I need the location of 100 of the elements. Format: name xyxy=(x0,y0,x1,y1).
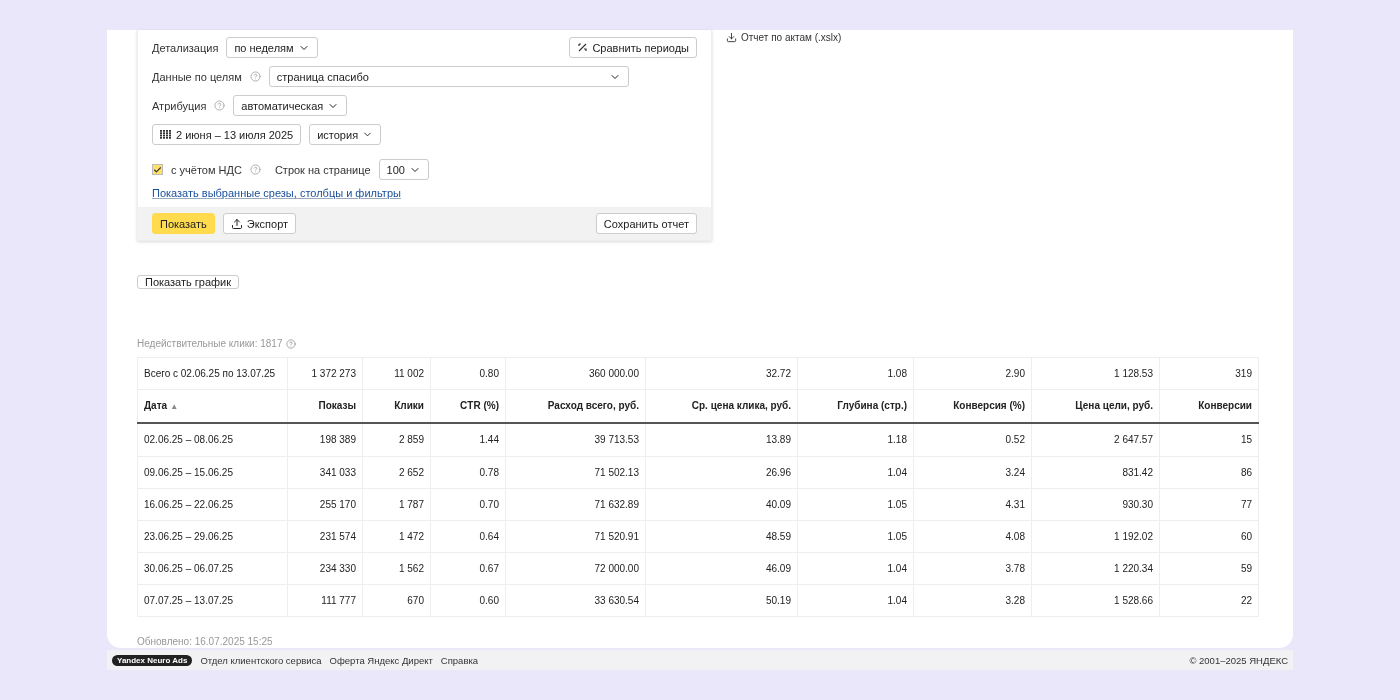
table-cell: 26.96 xyxy=(645,456,798,489)
column-header[interactable]: Глубина (стр.) xyxy=(797,389,914,423)
total-cell: 0.80 xyxy=(430,357,506,390)
table-cell: 16.06.25 – 22.06.25 xyxy=(137,488,288,521)
invalid-clicks-text: Недействительные клики: 1817 xyxy=(137,338,283,349)
column-header[interactable]: Цена цели, руб. xyxy=(1031,389,1160,423)
table-cell: 831.42 xyxy=(1031,456,1160,489)
table-cell: 0.78 xyxy=(430,456,506,489)
footer-link[interactable]: Оферта Яндекс Директ xyxy=(329,654,433,666)
detail-select[interactable]: по неделям xyxy=(226,37,318,58)
show-chart-button[interactable]: Показать график xyxy=(137,275,240,289)
table-cell: 1 220.34 xyxy=(1031,552,1160,585)
table-cell: 670 xyxy=(362,584,431,617)
footer-link[interactable]: Справка xyxy=(440,654,479,666)
table-cell: 72 000.00 xyxy=(505,552,646,585)
vat-checkbox[interactable] xyxy=(152,164,163,175)
table-cell: 71 632.89 xyxy=(505,488,646,521)
table-cell: 46.09 xyxy=(645,552,798,585)
table-cell: 71 520.91 xyxy=(505,520,646,553)
table-cell: 22 xyxy=(1159,584,1259,617)
table-cell: 0.64 xyxy=(430,520,506,553)
help-icon[interactable] xyxy=(285,338,296,349)
table-cell: 1 787 xyxy=(362,488,431,521)
table-cell: 930.30 xyxy=(1031,488,1160,521)
save-report-button[interactable]: Сохранить отчет xyxy=(595,213,697,234)
table-cell: 15 xyxy=(1159,422,1259,457)
copyright-text: © 2001–2025 ЯНДЕКС xyxy=(1189,654,1288,666)
total-cell: 360 000.00 xyxy=(505,357,646,390)
table-cell: 09.06.25 – 15.06.25 xyxy=(137,456,288,489)
table-cell: 0.67 xyxy=(430,552,506,585)
logo: Yandex Neuro Ads xyxy=(112,654,193,666)
updated-text: Обновлено: 16.07.2025 15:25 xyxy=(137,636,273,647)
table-cell: 0.52 xyxy=(913,422,1032,457)
export-button[interactable]: Экспорт xyxy=(222,213,297,234)
table-cell: 30.06.25 – 06.07.25 xyxy=(137,552,288,585)
table-cell: 1.04 xyxy=(797,584,914,617)
table-cell: 0.60 xyxy=(430,584,506,617)
table-cell: 1 472 xyxy=(362,520,431,553)
help-icon[interactable] xyxy=(214,100,226,111)
total-cell: 319 xyxy=(1159,357,1259,390)
date-range-button[interactable]: 2 июня – 13 июля 2025 xyxy=(152,124,302,145)
goals-select[interactable]: страница спасибо xyxy=(268,66,629,87)
table-cell: 50.19 xyxy=(645,584,798,617)
table-cell: 3.24 xyxy=(913,456,1032,489)
table-cell: 40.09 xyxy=(645,488,798,521)
table-cell: 59 xyxy=(1159,552,1259,585)
history-select[interactable]: история xyxy=(309,124,382,145)
column-header[interactable]: Конверсия (%) xyxy=(913,389,1032,423)
compare-icon xyxy=(577,42,589,53)
calendar-icon xyxy=(160,130,172,139)
column-header[interactable]: Дата ▲ xyxy=(137,389,288,423)
total-cell: 32.72 xyxy=(645,357,798,390)
table-cell: 234 330 xyxy=(287,552,363,585)
column-header[interactable]: CTR (%) xyxy=(430,389,506,423)
acts-report-link[interactable]: Отчет по актам (.xslx) xyxy=(726,32,842,43)
table-cell: 4.08 xyxy=(913,520,1032,553)
table-cell: 2 647.57 xyxy=(1031,422,1160,457)
help-icon[interactable] xyxy=(249,164,261,175)
total-cell: 11 002 xyxy=(362,357,431,390)
table-cell: 39 713.53 xyxy=(505,422,646,457)
table-cell: 1.44 xyxy=(430,422,506,457)
table-cell: 3.78 xyxy=(913,552,1032,585)
compare-button[interactable]: Сравнить периоды xyxy=(569,37,697,58)
field-label: Данные по целям xyxy=(152,70,242,83)
table-cell: 198 389 xyxy=(287,422,363,457)
table-cell: 341 033 xyxy=(287,456,363,489)
column-header[interactable]: Ср. цена клика, руб. xyxy=(645,389,798,423)
table-cell: 1 528.66 xyxy=(1031,584,1160,617)
show-button[interactable]: Показать xyxy=(152,213,215,234)
table-cell: 1.05 xyxy=(797,520,914,553)
table-cell: 13.89 xyxy=(645,422,798,457)
filters-link[interactable]: Показать выбранные срезы, столбцы и фильтры xyxy=(152,187,697,199)
table-cell: 3.28 xyxy=(913,584,1032,617)
column-header[interactable]: Клики xyxy=(362,389,431,423)
field-label: Строк на странице xyxy=(274,163,371,176)
table-cell: 1.18 xyxy=(797,422,914,457)
total-cell: 1 372 273 xyxy=(287,357,363,390)
help-icon[interactable] xyxy=(249,71,261,82)
table-cell: 1 192.02 xyxy=(1031,520,1160,553)
total-cell: 1.08 xyxy=(797,357,914,390)
download-icon xyxy=(726,32,737,43)
column-header[interactable]: Показы xyxy=(287,389,363,423)
column-header[interactable]: Конверсии xyxy=(1159,389,1259,423)
table-cell: 111 777 xyxy=(287,584,363,617)
table-cell: 86 xyxy=(1159,456,1259,489)
table-cell: 48.59 xyxy=(645,520,798,553)
table-cell: 1.04 xyxy=(797,456,914,489)
table-cell: 2 652 xyxy=(362,456,431,489)
table-cell: 71 502.13 xyxy=(505,456,646,489)
column-header[interactable]: Расход всего, руб. xyxy=(505,389,646,423)
table-cell: 2 859 xyxy=(362,422,431,457)
rows-select[interactable]: 100 xyxy=(378,159,429,180)
table-cell: 60 xyxy=(1159,520,1259,553)
table-cell: 255 170 xyxy=(287,488,363,521)
total-cell: Всего с 02.06.25 по 13.07.25 xyxy=(137,357,288,390)
table-cell: 1.05 xyxy=(797,488,914,521)
table-cell: 4.31 xyxy=(913,488,1032,521)
footer-link[interactable]: Отдел клиентского сервиса xyxy=(200,654,322,666)
attribution-select[interactable]: автоматическая xyxy=(233,95,348,116)
table-cell: 33 630.54 xyxy=(505,584,646,617)
